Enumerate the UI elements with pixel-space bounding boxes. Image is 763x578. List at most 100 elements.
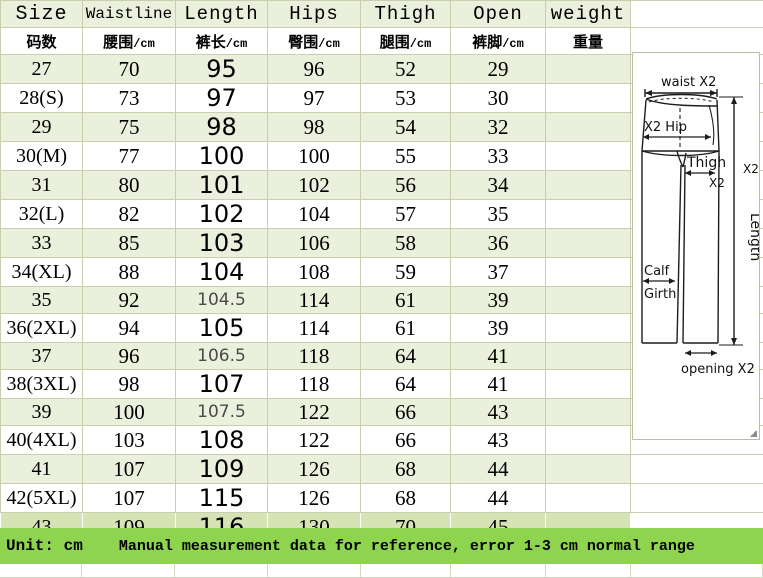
- cell-waist: 85: [83, 229, 176, 258]
- cell-length: 98: [176, 113, 268, 142]
- table-header-row-cn: 码数 腰围/cm 裤长/cm 臀围/cm 腿围/cm 裤脚/cm 重量: [1, 28, 763, 55]
- cell-waist: 92: [83, 287, 176, 314]
- cell-waist: 75: [83, 113, 176, 142]
- cell-hips: 102: [268, 171, 361, 200]
- cell-hips: 100: [268, 142, 361, 171]
- right-leg-inseam: [683, 165, 685, 343]
- header-weight: weight: [546, 1, 631, 28]
- waistband-stitch: [649, 98, 714, 102]
- cell-size: 34(XL): [1, 258, 83, 287]
- cell-open: 36: [451, 229, 546, 258]
- table-row: 411071091266844: [1, 455, 763, 484]
- header-cn-waistline-label: 腰围: [103, 33, 133, 51]
- cell-length: 100: [176, 142, 268, 171]
- cell-waist: 96: [83, 343, 176, 370]
- cell-thigh: 64: [361, 370, 451, 399]
- cell-weight: [546, 200, 631, 229]
- cell-weight: [546, 370, 631, 399]
- cell-length: 107: [176, 370, 268, 399]
- header-cn-length: 裤长/cm: [176, 28, 268, 55]
- cell-hips: 106: [268, 229, 361, 258]
- panel-resize-handle[interactable]: [750, 430, 757, 437]
- cell-pad: [631, 484, 763, 513]
- cell-waist: 77: [83, 142, 176, 171]
- cell-length: 107.5: [176, 399, 268, 426]
- cell-thigh: 57: [361, 200, 451, 229]
- cell-hips: 114: [268, 314, 361, 343]
- cell-weight: [546, 229, 631, 258]
- cell-length: 97: [176, 84, 268, 113]
- waist-arrow-left: [645, 90, 652, 96]
- header-cn-thigh-unit: /cm: [410, 37, 432, 51]
- cell-open: 30: [451, 84, 546, 113]
- cell-thigh: 61: [361, 314, 451, 343]
- cell-size: 41: [1, 455, 83, 484]
- cell-hips: 98: [268, 113, 361, 142]
- cell-open: 43: [451, 399, 546, 426]
- header-open: Open: [451, 1, 546, 28]
- cell-size: 36(2XL): [1, 314, 83, 343]
- table-header-row-en: Size Waistline Length Hips Thigh Open we…: [1, 1, 763, 28]
- cell-size: 29: [1, 113, 83, 142]
- hip-arrow-right: [705, 134, 711, 140]
- cell-length: 101: [176, 171, 268, 200]
- cell-weight: [546, 314, 631, 343]
- cell-open: 41: [451, 343, 546, 370]
- cell-waist: 103: [83, 426, 176, 455]
- header-pad: [631, 1, 763, 28]
- cell-thigh: 54: [361, 113, 451, 142]
- header-cn-hips-unit: /cm: [318, 37, 340, 51]
- cell-open: 39: [451, 314, 546, 343]
- label-opening: opening X2: [681, 362, 755, 377]
- footer-note-label: Manual measurement data for reference, e…: [119, 538, 695, 555]
- label-thigh-x2: X2: [709, 176, 725, 190]
- cell-waist: 107: [83, 484, 176, 513]
- opening-arrow-right: [711, 350, 717, 356]
- cell-open: 43: [451, 426, 546, 455]
- cell-weight: [546, 258, 631, 287]
- cell-weight: [546, 399, 631, 426]
- cell-size: 40(4XL): [1, 426, 83, 455]
- pants-diagram-svg: waist X2 X2 Hip Thigh X2 Calf Girth Leng…: [633, 53, 759, 439]
- cell-open: 32: [451, 113, 546, 142]
- footer-grid-remainder: [0, 564, 763, 577]
- cell-waist: 107: [83, 455, 176, 484]
- cell-hips: 118: [268, 343, 361, 370]
- cell-length: 102: [176, 200, 268, 229]
- cell-hips: 122: [268, 399, 361, 426]
- cell-waist: 80: [83, 171, 176, 200]
- cell-size: 38(3XL): [1, 370, 83, 399]
- pants-measurement-diagram: waist X2 X2 Hip Thigh X2 Calf Girth Leng…: [632, 52, 760, 440]
- cell-length: 104.5: [176, 287, 268, 314]
- cell-weight: [546, 426, 631, 455]
- cell-size: 35: [1, 287, 83, 314]
- cell-size: 42(5XL): [1, 484, 83, 513]
- cell-thigh: 52: [361, 55, 451, 84]
- cell-size: 28(S): [1, 84, 83, 113]
- header-cn-hips: 臀围/cm: [268, 28, 361, 55]
- cell-length: 105: [176, 314, 268, 343]
- cell-open: 33: [451, 142, 546, 171]
- cell-weight: [546, 484, 631, 513]
- cell-weight: [546, 455, 631, 484]
- cell-hips: 97: [268, 84, 361, 113]
- cell-waist: 100: [83, 399, 176, 426]
- header-cn-thigh-label: 腿围: [380, 33, 410, 51]
- header-cn-weight-label: 重量: [573, 33, 603, 51]
- cell-thigh: 68: [361, 455, 451, 484]
- header-cn-hips-label: 臀围: [288, 33, 318, 51]
- cell-size: 37: [1, 343, 83, 370]
- cell-weight: [546, 343, 631, 370]
- header-thigh: Thigh: [361, 1, 451, 28]
- header-cn-length-label: 裤长: [196, 33, 226, 51]
- header-size: Size: [1, 1, 83, 28]
- cell-hips: 104: [268, 200, 361, 229]
- cell-weight: [546, 171, 631, 200]
- cell-size: 30(M): [1, 142, 83, 171]
- label-girth: Girth: [644, 287, 676, 302]
- header-cn-thigh: 腿围/cm: [361, 28, 451, 55]
- cell-thigh: 58: [361, 229, 451, 258]
- cell-waist: 88: [83, 258, 176, 287]
- cell-weight: [546, 84, 631, 113]
- cell-hips: 126: [268, 484, 361, 513]
